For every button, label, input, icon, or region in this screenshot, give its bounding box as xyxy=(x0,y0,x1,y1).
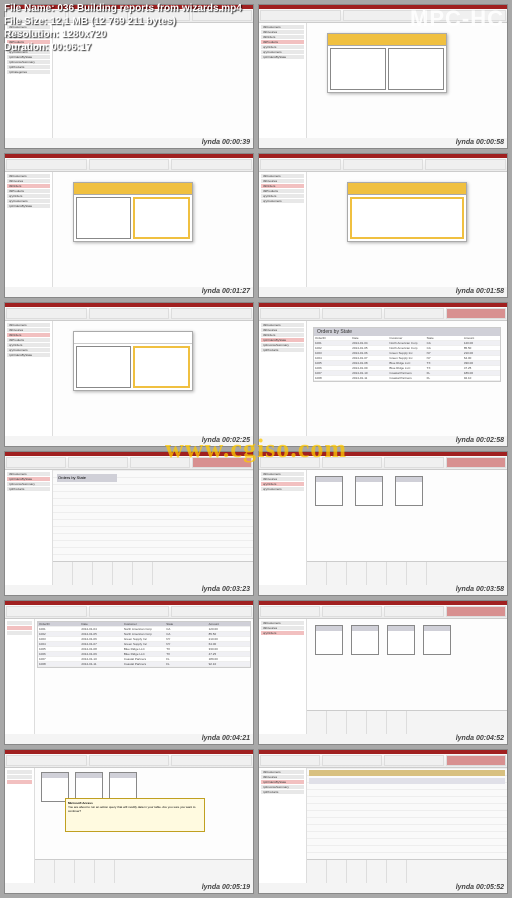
property-grid[interactable] xyxy=(307,859,507,883)
nav-item[interactable]: rptOrdersByState xyxy=(7,55,50,59)
query-relationship-pane[interactable]: Microsoft Access You are about to run an… xyxy=(35,768,253,859)
media-info-overlay: File Name: 036 Building reports from wiz… xyxy=(4,2,242,54)
report-design-surface[interactable] xyxy=(307,768,507,859)
thumbnail[interactable]: Microsoft Access You are about to run an… xyxy=(4,749,254,894)
message-box[interactable]: Microsoft Access You are about to run an… xyxy=(65,798,205,832)
layout-preview xyxy=(133,346,190,388)
nav-item[interactable]: rptInvoiceSummary xyxy=(7,60,50,64)
selected-fields-list[interactable] xyxy=(388,48,444,90)
report-design-surface[interactable]: Orders by State xyxy=(53,470,253,561)
thumbnail[interactable]: tblCustomerstblInvoicestblOrderstblProdu… xyxy=(4,302,254,447)
selected-fields-list[interactable] xyxy=(133,197,190,239)
thumbnail[interactable]: tblCustomersrptOrdersByStaterptInvoiceSu… xyxy=(4,451,254,596)
available-fields-list[interactable] xyxy=(330,48,386,90)
report-wizard-dialog[interactable] xyxy=(73,331,193,391)
datasheet-view[interactable]: OrderIDDateCustomerStateAmount 10012014-… xyxy=(37,621,251,668)
query-grid[interactable] xyxy=(307,710,507,734)
thumbnail[interactable]: tblCustomerstblInvoicestblOrdersrptOrder… xyxy=(258,302,508,447)
thumbnail[interactable]: tblCustomerstblInvoicestblOrderstblProdu… xyxy=(258,153,508,298)
property-sheet[interactable] xyxy=(53,561,253,585)
thumbnail[interactable]: tblCustomerstblInvoicestblOrderstblProdu… xyxy=(4,153,254,298)
timestamp-label: lynda 00:00:39 xyxy=(202,139,250,146)
table-box[interactable] xyxy=(315,476,343,506)
msgbox-text: You are about to run an action query tha… xyxy=(68,805,202,813)
report-preview[interactable]: Orders by State OrderIDDateCustomerState… xyxy=(313,327,501,382)
timestamp-label: lynda 00:00:58 xyxy=(456,139,504,146)
report-title: Orders by State xyxy=(314,328,500,336)
report-wizard-dialog[interactable] xyxy=(327,33,447,93)
layout-options[interactable] xyxy=(76,346,131,388)
nav-pane[interactable]: tblCustomerstblInvoicestblOrderstblProdu… xyxy=(259,23,307,138)
available-fields-list[interactable] xyxy=(76,197,131,239)
query-grid[interactable] xyxy=(307,561,507,585)
player-logo: MPC-HC xyxy=(410,6,504,32)
thumbnail-grid: tblCustomers tblInvoices tblOrders tblPr… xyxy=(0,0,512,898)
report-wizard-dialog[interactable] xyxy=(73,182,193,242)
table-box[interactable] xyxy=(355,476,383,506)
report-wizard-dialog[interactable] xyxy=(347,182,467,242)
thumbnail[interactable]: tblCustomerstblInvoicesqryOrdersqryCusto… xyxy=(258,451,508,596)
query-relationship-pane[interactable] xyxy=(307,619,507,710)
nav-item[interactable]: rptProducts xyxy=(7,65,50,69)
thumbnail[interactable]: tblCustomerstblInvoicesqryOrders lynda 0… xyxy=(258,600,508,745)
query-relationship-pane[interactable] xyxy=(307,470,507,561)
thumbnail[interactable]: tblCustomerstblInvoicesrptOrdersByStater… xyxy=(258,749,508,894)
grouping-preview[interactable] xyxy=(350,197,464,239)
thumbnail[interactable]: OrderIDDateCustomerStateAmount 10012014-… xyxy=(4,600,254,745)
nav-item[interactable]: rptCategories xyxy=(7,70,50,74)
table-box[interactable] xyxy=(395,476,423,506)
